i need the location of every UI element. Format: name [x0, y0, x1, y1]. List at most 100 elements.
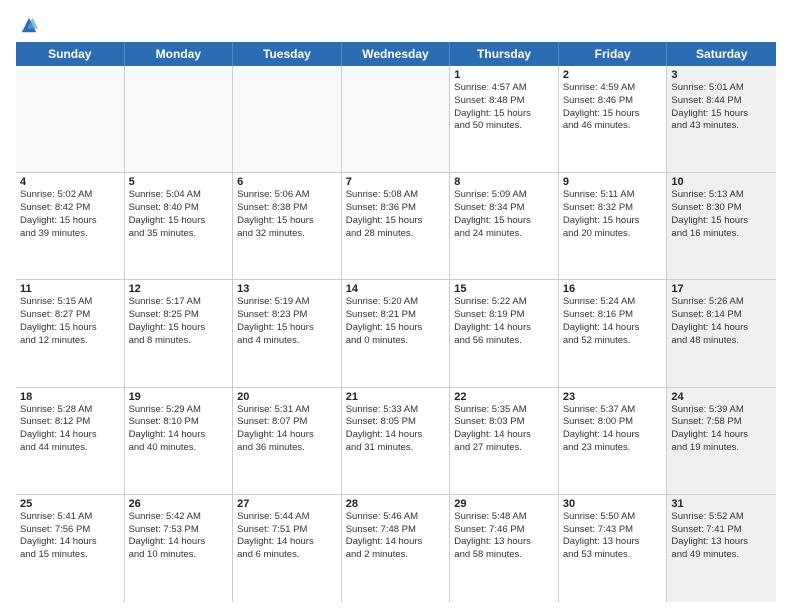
- day-number: 14: [346, 283, 446, 295]
- calendar-cell-2: 2Sunrise: 4:59 AMSunset: 8:46 PMDaylight…: [559, 66, 668, 172]
- calendar-cell-23: 23Sunrise: 5:37 AMSunset: 8:00 PMDayligh…: [559, 388, 668, 494]
- calendar-row-4: 18Sunrise: 5:28 AMSunset: 8:12 PMDayligh…: [16, 388, 776, 495]
- cell-info-line: Sunrise: 5:28 AM: [20, 404, 120, 417]
- calendar-cell-31: 31Sunrise: 5:52 AMSunset: 7:41 PMDayligh…: [667, 495, 776, 602]
- calendar-cell-29: 29Sunrise: 5:48 AMSunset: 7:46 PMDayligh…: [450, 495, 559, 602]
- day-number: 27: [237, 498, 337, 510]
- calendar-cell-13: 13Sunrise: 5:19 AMSunset: 8:23 PMDayligh…: [233, 280, 342, 386]
- cell-info-line: and 56 minutes.: [454, 335, 554, 348]
- cell-info-line: and 0 minutes.: [346, 335, 446, 348]
- calendar-cell-8: 8Sunrise: 5:09 AMSunset: 8:34 PMDaylight…: [450, 173, 559, 279]
- cell-info-line: Sunrise: 5:04 AM: [129, 189, 229, 202]
- cell-info-line: Sunrise: 4:57 AM: [454, 82, 554, 95]
- weekday-header-sunday: Sunday: [16, 42, 125, 66]
- cell-info-line: Daylight: 15 hours: [563, 108, 663, 121]
- weekday-header-thursday: Thursday: [450, 42, 559, 66]
- day-number: 12: [129, 283, 229, 295]
- calendar-cell-1: 1Sunrise: 4:57 AMSunset: 8:48 PMDaylight…: [450, 66, 559, 172]
- calendar-cell-12: 12Sunrise: 5:17 AMSunset: 8:25 PMDayligh…: [125, 280, 234, 386]
- cell-info-line: and 49 minutes.: [671, 549, 772, 562]
- calendar-cell-18: 18Sunrise: 5:28 AMSunset: 8:12 PMDayligh…: [16, 388, 125, 494]
- calendar-cell-22: 22Sunrise: 5:35 AMSunset: 8:03 PMDayligh…: [450, 388, 559, 494]
- cell-info-line: and 12 minutes.: [20, 335, 120, 348]
- calendar-cell-20: 20Sunrise: 5:31 AMSunset: 8:07 PMDayligh…: [233, 388, 342, 494]
- cell-info-line: and 58 minutes.: [454, 549, 554, 562]
- calendar-cell-15: 15Sunrise: 5:22 AMSunset: 8:19 PMDayligh…: [450, 280, 559, 386]
- cell-info-line: Sunset: 7:51 PM: [237, 524, 337, 537]
- cell-info-line: and 36 minutes.: [237, 442, 337, 455]
- calendar-cell-30: 30Sunrise: 5:50 AMSunset: 7:43 PMDayligh…: [559, 495, 668, 602]
- cell-info-line: Daylight: 14 hours: [346, 429, 446, 442]
- cell-info-line: and 15 minutes.: [20, 549, 120, 562]
- cell-info-line: Daylight: 13 hours: [671, 536, 772, 549]
- cell-info-line: and 32 minutes.: [237, 228, 337, 241]
- cell-info-line: Daylight: 13 hours: [454, 536, 554, 549]
- cell-info-line: and 31 minutes.: [346, 442, 446, 455]
- logo-icon: [20, 16, 38, 34]
- day-number: 31: [671, 498, 772, 510]
- cell-info-line: Sunset: 8:19 PM: [454, 309, 554, 322]
- cell-info-line: Sunrise: 5:48 AM: [454, 511, 554, 524]
- cell-info-line: and 10 minutes.: [129, 549, 229, 562]
- cell-info-line: Daylight: 15 hours: [346, 322, 446, 335]
- day-number: 24: [671, 391, 772, 403]
- cell-info-line: Daylight: 14 hours: [563, 322, 663, 335]
- cell-info-line: and 40 minutes.: [129, 442, 229, 455]
- cell-info-line: Sunrise: 5:35 AM: [454, 404, 554, 417]
- calendar-cell-10: 10Sunrise: 5:13 AMSunset: 8:30 PMDayligh…: [667, 173, 776, 279]
- cell-info-line: Sunrise: 5:09 AM: [454, 189, 554, 202]
- cell-info-line: Sunrise: 5:39 AM: [671, 404, 772, 417]
- calendar-cell-26: 26Sunrise: 5:42 AMSunset: 7:53 PMDayligh…: [125, 495, 234, 602]
- day-number: 22: [454, 391, 554, 403]
- cell-info-line: and 8 minutes.: [129, 335, 229, 348]
- cell-info-line: Sunset: 7:53 PM: [129, 524, 229, 537]
- cell-info-line: and 4 minutes.: [237, 335, 337, 348]
- cell-info-line: Daylight: 15 hours: [237, 215, 337, 228]
- day-number: 2: [563, 69, 663, 81]
- day-number: 28: [346, 498, 446, 510]
- calendar-cell-5: 5Sunrise: 5:04 AMSunset: 8:40 PMDaylight…: [125, 173, 234, 279]
- cell-info-line: Daylight: 14 hours: [237, 536, 337, 549]
- weekday-header-wednesday: Wednesday: [342, 42, 451, 66]
- day-number: 29: [454, 498, 554, 510]
- cell-info-line: Daylight: 15 hours: [454, 215, 554, 228]
- cell-info-line: Sunrise: 5:02 AM: [20, 189, 120, 202]
- cell-info-line: Daylight: 14 hours: [20, 429, 120, 442]
- cell-info-line: and 43 minutes.: [671, 120, 772, 133]
- cell-info-line: Sunset: 8:16 PM: [563, 309, 663, 322]
- cell-info-line: Daylight: 14 hours: [20, 536, 120, 549]
- cell-info-line: Daylight: 15 hours: [129, 215, 229, 228]
- cell-info-line: Sunrise: 5:13 AM: [671, 189, 772, 202]
- cell-info-line: Sunrise: 5:37 AM: [563, 404, 663, 417]
- calendar-cell-25: 25Sunrise: 5:41 AMSunset: 7:56 PMDayligh…: [16, 495, 125, 602]
- cell-info-line: and 39 minutes.: [20, 228, 120, 241]
- weekday-header-friday: Friday: [559, 42, 668, 66]
- cell-info-line: Daylight: 14 hours: [671, 429, 772, 442]
- cell-info-line: Sunrise: 5:01 AM: [671, 82, 772, 95]
- day-number: 15: [454, 283, 554, 295]
- cell-info-line: Sunset: 8:00 PM: [563, 416, 663, 429]
- cell-info-line: Sunset: 8:30 PM: [671, 202, 772, 215]
- cell-info-line: Daylight: 14 hours: [129, 536, 229, 549]
- day-number: 9: [563, 176, 663, 188]
- cell-info-line: Daylight: 15 hours: [237, 322, 337, 335]
- cell-info-line: Sunrise: 5:26 AM: [671, 296, 772, 309]
- day-number: 18: [20, 391, 120, 403]
- cell-info-line: Sunset: 8:40 PM: [129, 202, 229, 215]
- cell-info-line: Sunset: 8:34 PM: [454, 202, 554, 215]
- day-number: 1: [454, 69, 554, 81]
- cell-info-line: Daylight: 14 hours: [563, 429, 663, 442]
- cell-info-line: Daylight: 15 hours: [129, 322, 229, 335]
- cell-info-line: and 20 minutes.: [563, 228, 663, 241]
- calendar-row-2: 4Sunrise: 5:02 AMSunset: 8:42 PMDaylight…: [16, 173, 776, 280]
- cell-info-line: and 27 minutes.: [454, 442, 554, 455]
- cell-info-line: Sunset: 7:43 PM: [563, 524, 663, 537]
- cell-info-line: Sunrise: 5:33 AM: [346, 404, 446, 417]
- cell-info-line: Sunrise: 5:41 AM: [20, 511, 120, 524]
- page: SundayMondayTuesdayWednesdayThursdayFrid…: [0, 0, 792, 612]
- day-number: 17: [671, 283, 772, 295]
- cell-info-line: Sunrise: 5:20 AM: [346, 296, 446, 309]
- calendar-cell-14: 14Sunrise: 5:20 AMSunset: 8:21 PMDayligh…: [342, 280, 451, 386]
- cell-info-line: and 19 minutes.: [671, 442, 772, 455]
- cell-info-line: Sunset: 8:36 PM: [346, 202, 446, 215]
